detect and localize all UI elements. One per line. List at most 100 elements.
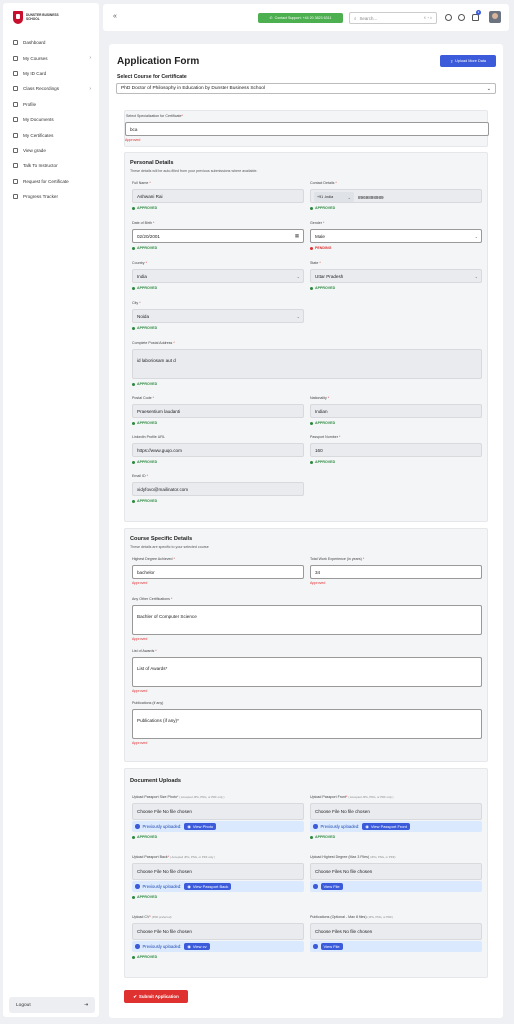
email-value: xidyfovo@mailinator.com: [137, 486, 189, 492]
sidebar-item[interactable]: My Documents: [3, 112, 99, 127]
check-circle-icon: [135, 944, 140, 949]
passport-back-upload-field: Upload Passport Back* ( Accepted JPG, PN…: [132, 855, 304, 899]
address-label: Complete Postal Address *: [132, 341, 175, 345]
certifications-input[interactable]: Bachler of Computer Science: [132, 605, 482, 635]
passport-photo-upload-label: Upload Passport Size Photo* ( Accepted J…: [132, 795, 225, 799]
sidebar-item-label: Class Recordings: [23, 86, 59, 92]
sidebar-item[interactable]: Progress Tracker: [3, 189, 99, 204]
status-dot-icon: [310, 286, 313, 290]
user-icon: [13, 101, 18, 107]
user-avatar[interactable]: [489, 11, 501, 23]
sidebar-item[interactable]: My ID Card: [3, 66, 99, 81]
sidebar-item[interactable]: Dashboard: [3, 35, 99, 50]
personal-details-section: Personal Details These details will be a…: [124, 152, 488, 522]
id-card-icon: [13, 70, 18, 76]
status-dot-icon: [132, 955, 135, 959]
country-input[interactable]: India ⌄: [132, 269, 304, 283]
postal-field: Postal Code * Praesentium laudanti APPROVE…: [132, 396, 304, 425]
chevron-right-icon: ›: [89, 55, 91, 62]
status-dot-icon: [132, 460, 135, 464]
awards-input[interactable]: List of Awards*: [132, 657, 482, 687]
passport-photo-status: APPROVED: [132, 835, 304, 839]
contact-input[interactable]: +91 -India ⌄ 8969898989: [310, 189, 482, 203]
sidebar-item[interactable]: View grade: [3, 143, 99, 158]
passport-label: Passport Number *: [310, 435, 341, 439]
passport-photo-file-input[interactable]: Choose File No file chosen: [132, 803, 304, 820]
sidebar: DUNSTER BUSINESS SCHOOL Dashboard My Cour…: [3, 3, 99, 1017]
email-input[interactable]: xidyfovo@mailinator.com: [132, 482, 304, 496]
experience-input[interactable]: 34: [310, 565, 482, 579]
submit-application-button[interactable]: ✔ Submit Application: [124, 990, 188, 1003]
settings-gear-icon[interactable]: [458, 14, 465, 21]
sidebar-item[interactable]: My Courses ›: [3, 50, 99, 65]
country-status: APPROVED: [132, 286, 304, 290]
sidebar-item[interactable]: Talk To Instructor: [3, 158, 99, 173]
search-icon: ⌕: [354, 15, 357, 21]
search-input[interactable]: ⌕ Search... K + k: [349, 12, 437, 24]
check-circle-icon: [135, 884, 140, 889]
course-select[interactable]: PhD Doctor of Philosophy in Education by…: [116, 83, 496, 94]
postal-status: APPROVED: [132, 421, 304, 425]
search-placeholder: Search...: [359, 15, 378, 21]
cv-file-input[interactable]: Choose File No file chosen: [132, 923, 304, 940]
sidebar-item-label: My Certificates: [23, 132, 54, 138]
publication-files-file-input[interactable]: Choose Files No file chosen: [310, 923, 482, 940]
state-input[interactable]: Uttar Pradesh ⌄: [310, 269, 482, 283]
contact-support-button[interactable]: ✆ Contact Support: +44 20 3823 6311: [258, 13, 343, 23]
theme-toggle-icon[interactable]: [445, 14, 452, 21]
state-status: APPROVED: [310, 286, 482, 290]
postal-input[interactable]: Praesentium laudanti: [132, 404, 304, 418]
passport-front-file-input[interactable]: Choose File No file chosen: [310, 803, 482, 820]
collapse-sidebar-icon[interactable]: «: [113, 13, 117, 20]
check-circle-icon: [313, 824, 318, 829]
publication-files-view-button[interactable]: View File: [320, 943, 343, 950]
highest-degree-previous-upload: View File: [310, 881, 482, 892]
nationality-input[interactable]: Indian: [310, 404, 482, 418]
dob-input[interactable]: 02/20/2001 ▦: [132, 229, 304, 243]
document-icon: [13, 117, 18, 123]
notification-bell-icon[interactable]: [472, 14, 479, 21]
passport-input[interactable]: 160: [310, 443, 482, 457]
status-dot-icon: [132, 421, 135, 425]
passport-back-view-button[interactable]: ◉ View Passport Back: [184, 883, 232, 890]
linkedin-input[interactable]: https://www.guqo.com: [132, 443, 304, 457]
experience-value: 34: [315, 569, 321, 575]
certifications-label: Any Other Certifications *: [132, 597, 173, 601]
highest-degree-view-button[interactable]: View File: [320, 883, 343, 890]
upload-more-data-button[interactable]: ⇪ Upload More Data: [440, 55, 496, 67]
publications-value: Publications (if any)*: [137, 718, 179, 723]
passport-photo-view-button[interactable]: ◉ View Photo: [184, 823, 217, 830]
sidebar-item[interactable]: Class Recordings ›: [3, 81, 99, 96]
degree-input[interactable]: bachelor: [132, 565, 304, 579]
logo[interactable]: DUNSTER BUSINESS SCHOOL: [13, 11, 64, 24]
full-name-input[interactable]: Ashwani Rai: [132, 189, 304, 203]
gender-status: PENDING: [310, 246, 482, 250]
passport-back-previous-upload: Previously uploaded: ◉ View Passport Back: [132, 881, 304, 892]
city-input[interactable]: Noida ⌄: [132, 309, 304, 323]
sidebar-item[interactable]: My Certificates: [3, 127, 99, 142]
chevron-down-icon: ⌄: [486, 85, 491, 92]
course-details-subtitle: These details are specific to your selec…: [130, 545, 209, 549]
degree-status: Approved: [132, 581, 148, 585]
publications-input[interactable]: Publications (if any)*: [132, 709, 482, 739]
country-code-select[interactable]: +91 -India ⌄: [314, 192, 354, 202]
sidebar-item-label: Profile: [23, 101, 37, 107]
sidebar-item[interactable]: Request for Certificate: [3, 174, 99, 189]
experience-label: Total Work Experience (in years) *: [310, 557, 365, 561]
cv-view-button[interactable]: ◉ View cv: [184, 943, 210, 950]
address-input[interactable]: id laboriosam aut d: [132, 349, 482, 379]
eye-icon: ◉: [187, 944, 191, 949]
degree-value: bachelor: [137, 569, 155, 575]
calendar-icon[interactable]: ▦: [295, 233, 299, 239]
specialization-label: Select Specialization for Certificate*: [126, 114, 183, 118]
upload-more-label: Upload More Data: [455, 59, 486, 63]
certificate-icon: [13, 132, 18, 138]
specialization-input[interactable]: bca: [125, 122, 489, 136]
gender-input[interactable]: Male ⌄: [310, 229, 482, 243]
highest-degree-file-input[interactable]: Choose Files No file chosen: [310, 863, 482, 880]
document-uploads-section: Document Uploads Upload Passport Size Ph…: [124, 768, 488, 978]
sidebar-item[interactable]: Profile: [3, 97, 99, 112]
logout-button[interactable]: Logout ⇥: [9, 997, 95, 1013]
passport-front-view-button[interactable]: ◉ View Passport Front: [362, 823, 410, 830]
passport-back-file-input[interactable]: Choose File No file chosen: [132, 863, 304, 880]
